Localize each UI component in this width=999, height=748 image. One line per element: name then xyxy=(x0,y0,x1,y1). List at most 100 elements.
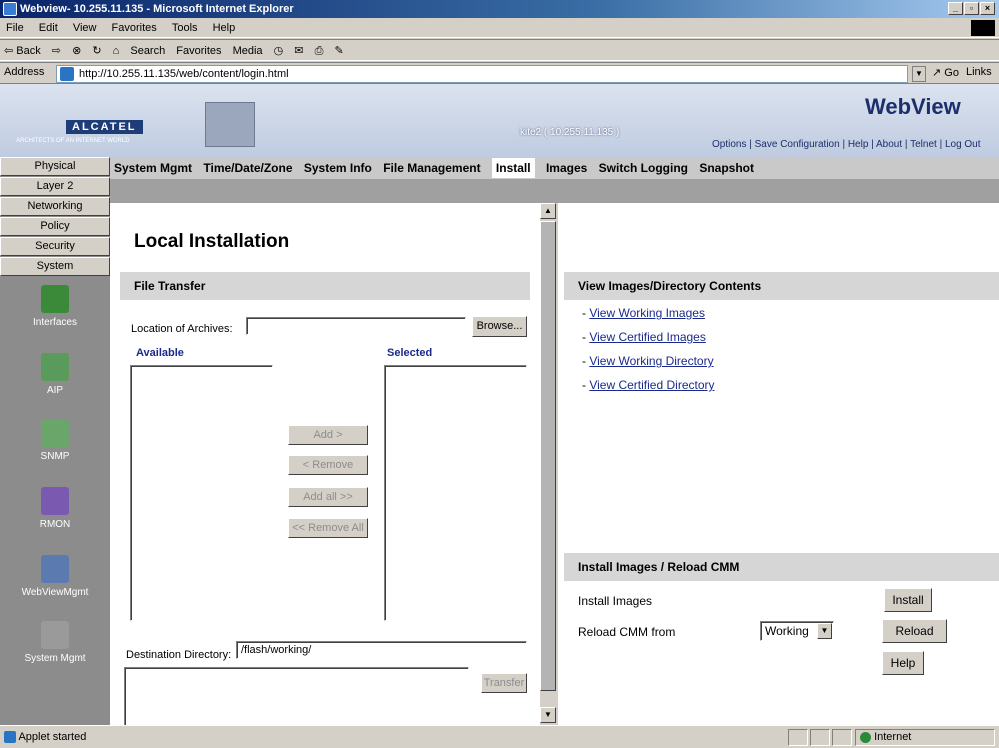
nav-snmp[interactable]: SNMP xyxy=(0,419,110,462)
tab-switch-logging[interactable]: Switch Logging xyxy=(599,161,688,175)
links-button[interactable]: Links xyxy=(966,66,992,78)
window-title-bar: Webview- 10.255.11.135 - Microsoft Inter… xyxy=(0,0,999,18)
brand-tagline: ARCHITECTS OF AN INTERNET WORLD xyxy=(16,138,130,144)
page-title: Local Installation xyxy=(134,231,290,252)
add-button[interactable]: Add > xyxy=(288,425,368,445)
ie-icon xyxy=(3,2,17,16)
install-images-label: Install Images xyxy=(578,594,653,608)
scroll-up-icon[interactable]: ▲ xyxy=(540,203,556,219)
nav-physical[interactable]: Physical xyxy=(0,157,110,176)
selected-label: Selected xyxy=(387,347,433,359)
search-button[interactable]: Search xyxy=(130,45,165,57)
transfer-button[interactable]: Transfer xyxy=(481,673,527,693)
install-button[interactable]: Install xyxy=(884,588,932,612)
destination-input[interactable]: /flash/working/ xyxy=(236,641,527,659)
refresh-icon[interactable]: ↻ xyxy=(92,45,101,57)
aip-icon xyxy=(41,353,69,381)
add-all-button[interactable]: Add all >> xyxy=(288,487,368,507)
back-button[interactable]: ⇦ Back xyxy=(4,45,41,57)
install-reload-header: Install Images / Reload CMM xyxy=(564,553,999,581)
home-icon[interactable]: ⌂ xyxy=(113,45,120,57)
address-dropdown-icon[interactable]: ▼ xyxy=(912,66,926,82)
nav-networking[interactable]: Networking xyxy=(0,197,110,216)
menu-view[interactable]: View xyxy=(73,22,97,34)
vertical-scrollbar[interactable]: ▲ ▼ xyxy=(540,203,558,725)
link-view-certified-images: - View Certified Images xyxy=(582,330,706,344)
menu-file[interactable]: File xyxy=(6,22,24,34)
nav-layer2[interactable]: Layer 2 xyxy=(0,177,110,196)
menu-help[interactable]: Help xyxy=(213,22,236,34)
edit-icon[interactable]: ✎ xyxy=(334,45,343,57)
close-button[interactable]: × xyxy=(980,2,995,15)
tab-bar: System Mgmt Time/Date/Zone System Info F… xyxy=(110,157,999,179)
globe-icon xyxy=(860,731,871,743)
print-icon[interactable]: ⎙ xyxy=(315,45,324,57)
alcatel-brand: ALCATEL xyxy=(66,120,143,134)
location-input[interactable] xyxy=(246,317,466,335)
nav-system-mgmt[interactable]: System Mgmt xyxy=(0,621,110,664)
tab-images[interactable]: Images xyxy=(546,161,587,175)
status-text: Applet started xyxy=(4,726,86,748)
reload-select[interactable]: Working ▼ xyxy=(760,621,834,641)
go-button[interactable]: ↗ Go xyxy=(932,66,959,79)
banner-links[interactable]: Options | Save Configuration | Help | Ab… xyxy=(712,139,981,150)
stop-icon[interactable]: ⊗ xyxy=(72,45,81,57)
address-bar: Address http://10.255.11.135/web/content… xyxy=(0,62,999,84)
menu-edit[interactable]: Edit xyxy=(39,22,58,34)
right-pane: View Images/Directory Contents - View Wo… xyxy=(558,203,999,725)
snmp-icon xyxy=(41,419,69,447)
nav-rmon[interactable]: RMON xyxy=(0,487,110,530)
browse-button[interactable]: Browse... xyxy=(472,316,527,337)
tab-install[interactable]: Install xyxy=(491,158,535,178)
address-input[interactable]: http://10.255.11.135/web/content/login.h… xyxy=(56,65,908,83)
zone-indicator: Internet xyxy=(855,729,995,746)
favorites-button[interactable]: Favorites xyxy=(176,45,221,57)
webview-banner: ALCATEL ARCHITECTS OF AN INTERNET WORLD … xyxy=(0,84,999,157)
reload-button[interactable]: Reload xyxy=(882,619,947,643)
menu-tools[interactable]: Tools xyxy=(172,22,198,34)
menu-favorites[interactable]: Favorites xyxy=(112,22,157,34)
tab-file-management[interactable]: File Management xyxy=(383,161,480,175)
reload-label: Reload CMM from xyxy=(578,625,676,639)
link-view-certified-directory: - View Certified Directory xyxy=(582,378,715,392)
windows-logo-icon xyxy=(971,20,995,36)
left-navigation: Physical Layer 2 Networking Policy Secur… xyxy=(0,157,110,725)
selected-list[interactable] xyxy=(384,365,527,621)
history-icon[interactable]: ◷ xyxy=(274,45,284,57)
remove-all-button[interactable]: << Remove All xyxy=(288,518,368,538)
chevron-down-icon[interactable]: ▼ xyxy=(817,623,832,639)
available-label: Available xyxy=(136,347,184,359)
location-label: Location of Archives: xyxy=(131,323,233,335)
browser-toolbar: ⇦ Back ⇨ ⊗ ↻ ⌂ Search Favorites Media ◷ … xyxy=(0,39,999,61)
available-list[interactable] xyxy=(130,365,273,621)
building-graphic xyxy=(205,102,255,147)
nav-aip[interactable]: AIP xyxy=(0,353,110,396)
nav-interfaces[interactable]: Interfaces xyxy=(0,285,110,328)
scroll-thumb[interactable] xyxy=(540,221,556,691)
minimize-button[interactable]: _ xyxy=(948,2,963,15)
nav-policy[interactable]: Policy xyxy=(0,217,110,236)
tab-time-date-zone[interactable]: Time/Date/Zone xyxy=(203,161,292,175)
link-view-working-images: - View Working Images xyxy=(582,306,705,320)
nav-system[interactable]: System xyxy=(0,257,110,276)
maximize-button[interactable]: ▫ xyxy=(964,2,979,15)
view-images-header: View Images/Directory Contents xyxy=(564,272,999,300)
interfaces-icon xyxy=(41,285,69,313)
mail-icon[interactable]: ✉ xyxy=(294,45,303,57)
page-icon xyxy=(4,731,16,744)
remove-button[interactable]: < Remove xyxy=(288,455,368,475)
media-button[interactable]: Media xyxy=(233,45,263,57)
tab-system-info[interactable]: System Info xyxy=(304,161,372,175)
scroll-down-icon[interactable]: ▼ xyxy=(540,707,556,723)
help-button[interactable]: Help xyxy=(882,651,924,675)
nav-security[interactable]: Security xyxy=(0,237,110,256)
local-installation-pane: Local Installation File Transfer Locatio… xyxy=(110,203,540,725)
destination-label: Destination Directory: xyxy=(126,649,232,661)
forward-button[interactable]: ⇨ xyxy=(52,45,61,57)
tab-snapshot[interactable]: Snapshot xyxy=(699,161,754,175)
tab-system-mgmt[interactable]: System Mgmt xyxy=(114,161,192,175)
address-url: http://10.255.11.135/web/content/login.h… xyxy=(79,68,289,80)
nav-webviewmgmt[interactable]: WebViewMgmt xyxy=(0,555,110,598)
rmon-icon xyxy=(41,487,69,515)
host-label: kite2 ( 10.255.11.135 ) xyxy=(520,127,620,138)
